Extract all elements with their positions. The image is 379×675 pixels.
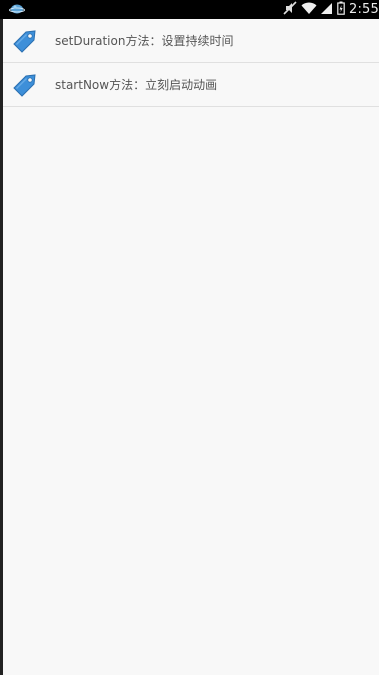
left-edge: [0, 19, 3, 675]
tag-icon: [11, 71, 39, 99]
list-item-label: setDuration方法：设置持续时间: [55, 34, 234, 48]
battery-icon: [337, 0, 345, 19]
app-icon: [9, 0, 25, 19]
signal-icon: [321, 0, 333, 19]
status-time: 2:55: [349, 2, 379, 17]
list-item[interactable]: startNow方法：立刻启动动画: [3, 63, 379, 107]
status-bar: 2:55: [0, 0, 379, 19]
list-item-label: startNow方法：立刻启动动画: [55, 78, 218, 92]
mute-icon: [283, 0, 297, 19]
tag-icon: [11, 27, 39, 55]
screen: 2:55 setDuration方法：设置持续时间 startNow方法：立刻启…: [0, 0, 379, 675]
list-item[interactable]: setDuration方法：设置持续时间: [3, 19, 379, 63]
method-list: setDuration方法：设置持续时间 startNow方法：立刻启动动画: [3, 19, 379, 107]
wifi-icon: [301, 0, 317, 19]
